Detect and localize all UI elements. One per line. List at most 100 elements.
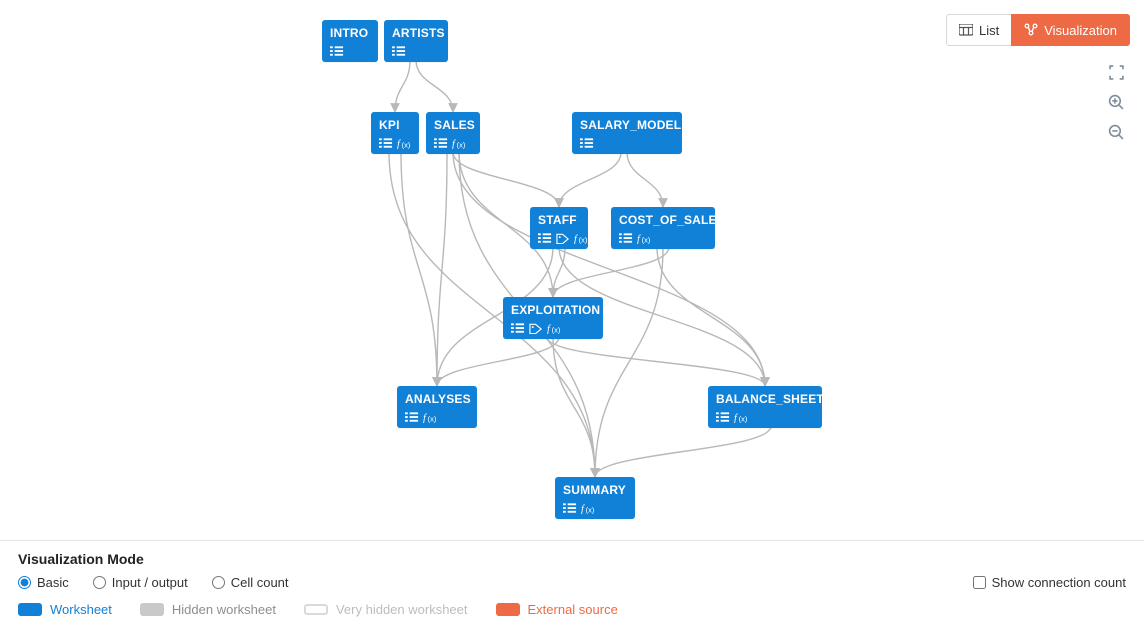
edge-cost_of_sales-balance_sheet — [657, 247, 765, 386]
fx-icon — [581, 502, 595, 514]
table-icon — [959, 24, 973, 36]
list-view-button[interactable]: List — [946, 14, 1012, 46]
fx-icon — [547, 322, 561, 334]
list-icon — [434, 137, 448, 149]
node-icons — [392, 44, 440, 58]
fx-icon — [397, 137, 411, 149]
node-label: SUMMARY — [563, 483, 627, 497]
zoom-out-button[interactable] — [1104, 120, 1128, 144]
edge-salary_model-cost_of_sales — [627, 152, 663, 207]
node-exploitation[interactable]: EXPLOITATION — [503, 297, 603, 339]
show-connection-count-input[interactable] — [973, 576, 986, 589]
edge-exploitation-analyses — [437, 337, 559, 386]
edge-cost_of_sales-summary — [595, 247, 663, 477]
node-label: STAFF — [538, 213, 580, 227]
legend-external-label: External source — [528, 602, 618, 617]
node-summary[interactable]: SUMMARY — [555, 477, 635, 519]
list-icon — [330, 45, 344, 57]
edge-exploitation-balance_sheet — [547, 337, 765, 386]
node-icons — [379, 136, 411, 150]
node-cost_of_sales[interactable]: COST_OF_SALES — [611, 207, 715, 249]
legend-hidden-label: Hidden worksheet — [172, 602, 276, 617]
node-icons — [619, 231, 707, 245]
legend-veryhidden-label: Very hidden worksheet — [336, 602, 468, 617]
swatch-orange — [496, 603, 520, 616]
visualization-view-button[interactable]: Visualization — [1011, 14, 1130, 46]
radio-input-output[interactable]: Input / output — [93, 575, 188, 590]
node-kpi[interactable]: KPI — [371, 112, 419, 154]
edge-cost_of_sales-exploitation — [553, 247, 669, 297]
diagram-canvas[interactable]: INTROARTISTS KPI SALES SALARY_MODEL STAFF COS… — [0, 0, 1144, 535]
swatch-grey — [140, 603, 164, 616]
list-icon — [538, 232, 552, 244]
legend-external-source: External source — [496, 602, 618, 617]
list-view-label: List — [979, 23, 999, 38]
tag-icon — [556, 232, 570, 244]
show-connection-count-checkbox[interactable]: Show connection count — [973, 575, 1126, 590]
fx-icon — [423, 411, 437, 423]
zoom-toolbar — [1104, 60, 1128, 144]
view-toggle: List Visualization — [946, 14, 1130, 46]
node-icons — [563, 501, 627, 515]
radio-basic[interactable]: Basic — [18, 575, 69, 590]
legend-very-hidden-worksheet: Very hidden worksheet — [304, 602, 468, 617]
node-icons — [511, 321, 595, 335]
edges-layer — [0, 0, 1144, 535]
footer: Visualization Mode Basic Input / output … — [0, 540, 1144, 629]
list-icon — [511, 322, 525, 334]
visualization-view-label: Visualization — [1044, 23, 1117, 38]
node-label: KPI — [379, 118, 411, 132]
list-icon — [563, 502, 577, 514]
fullscreen-button[interactable] — [1104, 60, 1128, 84]
radio-cellcount-input[interactable] — [212, 576, 225, 589]
node-sales[interactable]: SALES — [426, 112, 480, 154]
node-label: SALES — [434, 118, 472, 132]
node-label: ANALYSES — [405, 392, 469, 406]
node-icons — [330, 44, 370, 58]
fx-icon — [734, 411, 748, 423]
legend-worksheet-label: Worksheet — [50, 602, 112, 617]
radio-cellcount-label: Cell count — [231, 575, 289, 590]
graph-icon — [1024, 23, 1038, 37]
legend-worksheet: Worksheet — [18, 602, 112, 617]
list-icon — [392, 45, 406, 57]
edge-sales-balance_sheet — [453, 152, 765, 386]
node-intro[interactable]: INTRO — [322, 20, 378, 62]
node-staff[interactable]: STAFF — [530, 207, 588, 249]
swatch-outline — [304, 604, 328, 615]
node-icons — [434, 136, 472, 150]
list-icon — [619, 232, 633, 244]
radio-io-input[interactable] — [93, 576, 106, 589]
edge-staff-exploitation — [553, 247, 565, 297]
fx-icon — [574, 232, 588, 244]
edge-balance_sheet-summary — [595, 426, 771, 477]
node-icons — [538, 231, 580, 245]
zoom-in-button[interactable] — [1104, 90, 1128, 114]
node-icons — [405, 410, 469, 424]
tag-icon — [529, 322, 543, 334]
legend: Worksheet Hidden worksheet Very hidden w… — [18, 602, 1126, 617]
list-icon — [405, 411, 419, 423]
edge-sales-analyses — [437, 152, 447, 386]
node-salary_model[interactable]: SALARY_MODEL — [572, 112, 682, 154]
node-analyses[interactable]: ANALYSES — [397, 386, 477, 428]
node-label: EXPLOITATION — [511, 303, 595, 317]
node-balance_sheet[interactable]: BALANCE_SHEET — [708, 386, 822, 428]
node-label: COST_OF_SALES — [619, 213, 707, 227]
list-icon — [379, 137, 393, 149]
node-label: BALANCE_SHEET — [716, 392, 814, 406]
node-artists[interactable]: ARTISTS — [384, 20, 448, 62]
radio-basic-input[interactable] — [18, 576, 31, 589]
edge-artists-sales — [416, 60, 453, 112]
node-icons — [716, 410, 814, 424]
swatch-blue — [18, 603, 42, 616]
radio-basic-label: Basic — [37, 575, 69, 590]
legend-hidden-worksheet: Hidden worksheet — [140, 602, 276, 617]
mode-radio-group: Basic Input / output Cell count — [18, 575, 289, 590]
node-icons — [580, 136, 674, 150]
edge-sales-staff — [453, 152, 559, 207]
radio-cell-count[interactable]: Cell count — [212, 575, 289, 590]
edge-exploitation-summary — [553, 337, 595, 477]
fx-icon — [452, 137, 466, 149]
visualization-mode-heading: Visualization Mode — [18, 551, 1126, 567]
